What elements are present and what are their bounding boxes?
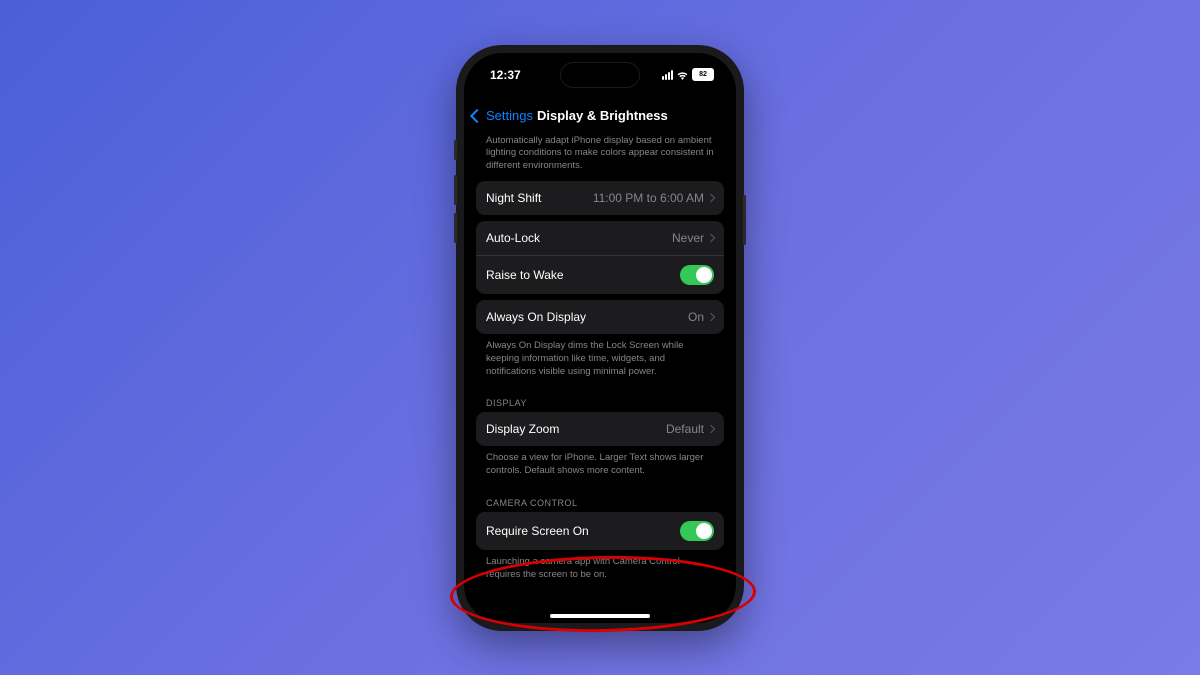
back-button[interactable]: Settings — [472, 108, 533, 123]
power-button — [743, 195, 746, 245]
chevron-right-icon — [707, 425, 715, 433]
aod-label: Always On Display — [486, 310, 586, 324]
zoom-label: Display Zoom — [486, 422, 559, 436]
aod-group: Always On Display On — [476, 300, 724, 334]
truetone-description: Automatically adapt iPhone display based… — [476, 135, 724, 181]
home-indicator[interactable] — [550, 614, 650, 618]
require-toggle[interactable] — [680, 521, 714, 541]
raise-label: Raise to Wake — [486, 268, 564, 282]
status-right: 82 — [662, 68, 714, 81]
chevron-left-icon — [470, 108, 484, 122]
zoom-value: Default — [666, 422, 714, 436]
camera-section-header: CAMERA CONTROL — [476, 486, 724, 512]
wifi-icon — [676, 70, 689, 80]
clock: 12:37 — [490, 68, 521, 82]
screen: 12:37 82 Settings Display & Brightness — [464, 53, 736, 623]
chevron-right-icon — [707, 313, 715, 321]
page-title: Display & Brightness — [537, 108, 668, 123]
volume-up — [454, 175, 457, 205]
iphone-frame: 12:37 82 Settings Display & Brightness — [456, 45, 744, 631]
zoom-group: Display Zoom Default — [476, 412, 724, 446]
nightshift-row[interactable]: Night Shift 11:00 PM to 6:00 AM — [476, 181, 724, 215]
back-label: Settings — [486, 108, 533, 123]
require-screen-row[interactable]: Require Screen On — [476, 512, 724, 550]
nav-bar: Settings Display & Brightness — [464, 97, 736, 135]
dynamic-island — [560, 62, 640, 88]
mute-switch — [454, 140, 457, 160]
autolock-value: Never — [672, 231, 714, 245]
autolock-label: Auto-Lock — [486, 231, 540, 245]
nightshift-label: Night Shift — [486, 191, 541, 205]
aod-description: Always On Display dims the Lock Screen w… — [476, 340, 724, 386]
raise-to-wake-row[interactable]: Raise to Wake — [476, 255, 724, 294]
signal-icon — [662, 70, 673, 80]
autolock-row[interactable]: Auto-Lock Never — [476, 221, 724, 255]
zoom-description: Choose a view for iPhone. Larger Text sh… — [476, 452, 724, 486]
battery-icon: 82 — [692, 68, 714, 81]
aod-value: On — [688, 310, 714, 324]
settings-content[interactable]: Automatically adapt iPhone display based… — [464, 135, 736, 623]
aod-row[interactable]: Always On Display On — [476, 300, 724, 334]
chevron-right-icon — [707, 194, 715, 202]
chevron-right-icon — [707, 234, 715, 242]
lock-group: Auto-Lock Never Raise to Wake — [476, 221, 724, 294]
display-section-header: DISPLAY — [476, 386, 724, 412]
nightshift-group: Night Shift 11:00 PM to 6:00 AM — [476, 181, 724, 215]
nightshift-value: 11:00 PM to 6:00 AM — [593, 191, 714, 205]
require-label: Require Screen On — [486, 524, 589, 538]
require-description: Launching a camera app with Camera Contr… — [476, 556, 724, 590]
zoom-row[interactable]: Display Zoom Default — [476, 412, 724, 446]
volume-down — [454, 213, 457, 243]
camera-group: Require Screen On — [476, 512, 724, 550]
raise-toggle[interactable] — [680, 265, 714, 285]
